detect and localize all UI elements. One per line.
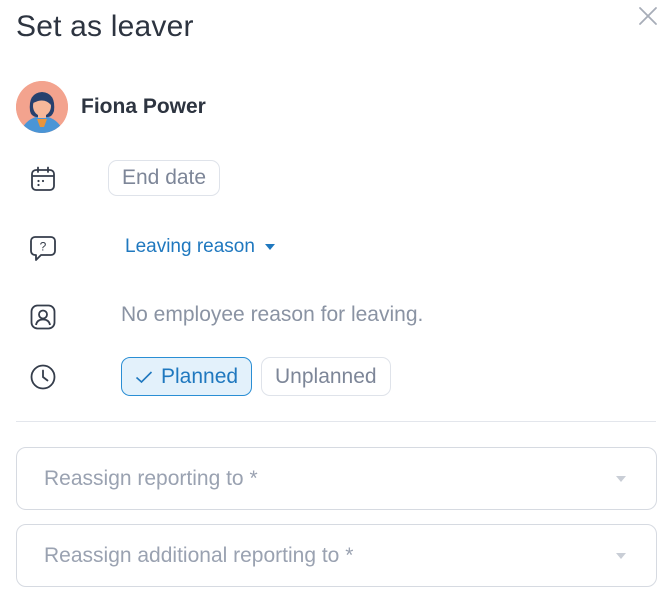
chevron-down-icon (264, 244, 275, 250)
person-badge-icon (30, 304, 56, 330)
question-bubble-icon: ? (30, 236, 56, 261)
end-date-input[interactable]: End date (108, 160, 221, 196)
end-date-placeholder: End date (122, 166, 207, 189)
chevron-down-icon (616, 553, 626, 559)
clock-icon (30, 364, 56, 390)
reassign-reporting-select[interactable]: Reassign reporting to * (16, 447, 657, 510)
avatar (16, 81, 68, 133)
calendar-icon (31, 166, 55, 191)
planned-label: Planned (161, 364, 239, 388)
unplanned-label: Unplanned (275, 364, 377, 388)
page-title: Set as leaver (16, 10, 194, 43)
avatar-illustration (16, 81, 68, 133)
close-icon[interactable] (636, 4, 660, 28)
leaving-reason-dropdown[interactable]: Leaving reason (125, 236, 275, 258)
check-icon (135, 370, 153, 383)
svg-text:?: ? (40, 240, 47, 254)
chevron-down-icon (616, 476, 626, 482)
divider (16, 421, 656, 422)
leaving-reason-label: Leaving reason (125, 236, 255, 257)
reassign-additional-placeholder: Reassign additional reporting to * (44, 543, 354, 567)
reassign-additional-reporting-select[interactable]: Reassign additional reporting to * (16, 524, 657, 587)
employee-header: Fiona Power (16, 81, 206, 133)
unplanned-toggle[interactable]: Unplanned (261, 357, 391, 396)
employee-reason-text: No employee reason for leaving. (121, 303, 424, 326)
employee-name: Fiona Power (81, 95, 206, 118)
reassign-reporting-placeholder: Reassign reporting to * (44, 466, 258, 490)
planned-toggle[interactable]: Planned (121, 357, 253, 396)
